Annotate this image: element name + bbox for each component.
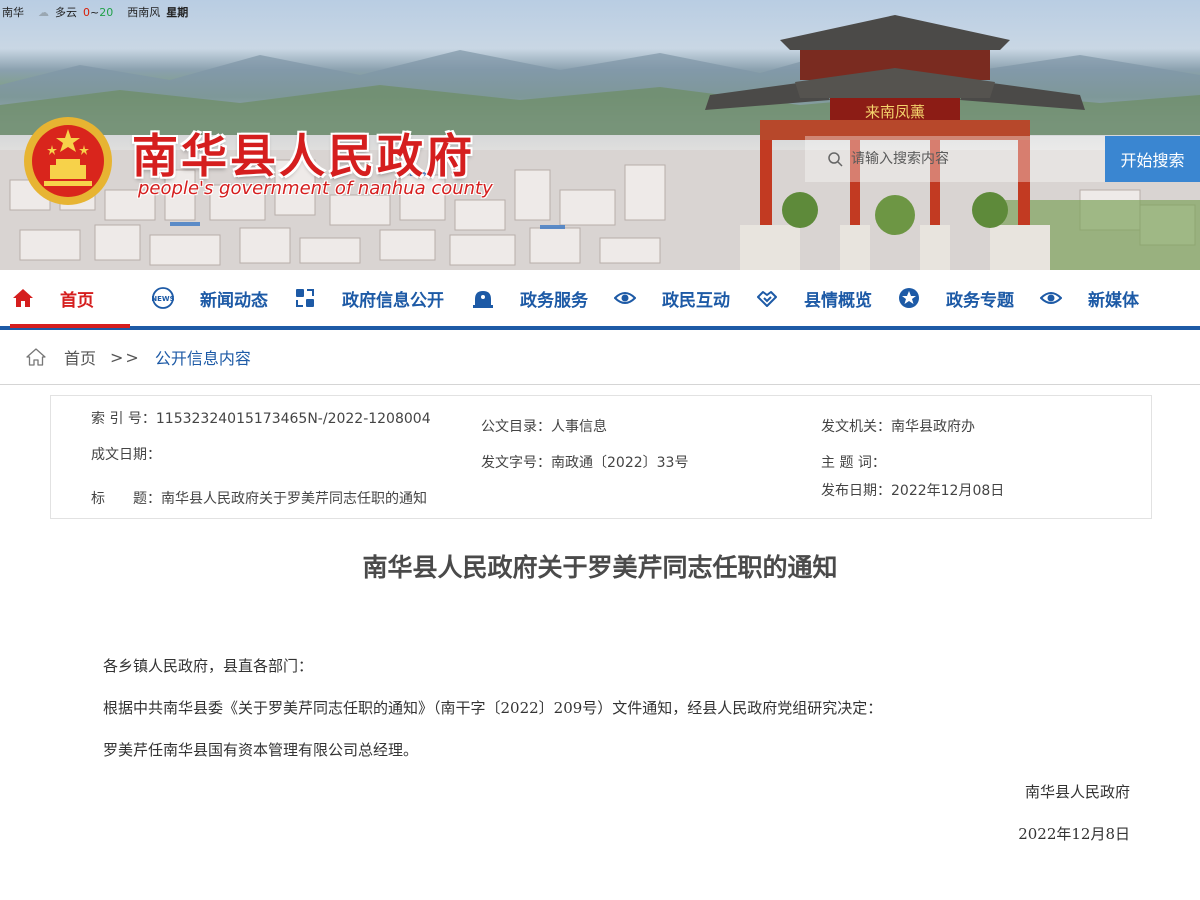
weather-city: 南华 <box>2 6 24 19</box>
eye-icon <box>1040 287 1062 309</box>
nav-label-topics: 政务专题 <box>946 290 1014 311</box>
breadcrumb-separator: >> <box>110 347 141 367</box>
site-title: 南华县人民政府 <box>132 129 475 183</box>
article-date: 2022年12月8日 <box>1018 825 1130 843</box>
meta-created-date: 成文日期： <box>91 447 161 463</box>
meta-catalog: 公文目录：人事信息 <box>481 419 607 435</box>
main-nav: 首页 NEWS 新闻动态 政府信息公开 政务服务 政民互动 县情概览 政务专题 <box>0 270 1200 330</box>
nav-item-gov-info[interactable]: 政府信息公开 <box>294 270 444 326</box>
temp-high: 20 <box>99 5 114 19</box>
article-title: 南华县人民政府关于罗美芹同志任职的通知 <box>362 553 838 582</box>
nav-item-county-overview[interactable]: 县情概览 <box>756 270 872 326</box>
nav-label-county-overview: 县情概览 <box>804 290 872 311</box>
breadcrumb-home-link[interactable]: 首页 <box>64 345 96 369</box>
nav-label-news: 新闻动态 <box>200 290 268 311</box>
meta-title: 标 题：南华县人民政府关于罗美芹同志任职的通知 <box>91 491 427 507</box>
nav-item-topics[interactable]: 政务专题 <box>898 270 1014 326</box>
search-box <box>805 136 1105 182</box>
cloud-icon: ☁ <box>38 5 49 19</box>
article-signature: 南华县人民政府 <box>1024 783 1130 801</box>
article-paragraph: 罗美芹任南华县国有资本管理有限公司总经理。 <box>103 741 419 759</box>
temp-low: 0 <box>83 5 90 19</box>
nav-label-interaction: 政民互动 <box>662 290 730 311</box>
nav-item-new-media[interactable]: 新媒体 <box>1040 270 1139 326</box>
nav-label-service: 政务服务 <box>520 290 588 311</box>
nav-label-new-media: 新媒体 <box>1088 290 1139 311</box>
weather-weekday: 星期 <box>166 6 189 19</box>
document-meta-box: 索 引 号：11532324015173465N-/2022-1208004 公… <box>50 395 1152 519</box>
site-subtitle: people's government of nanhua county <box>138 178 493 199</box>
nav-item-news[interactable]: NEWS 新闻动态 <box>152 270 268 326</box>
share-icon <box>294 287 316 309</box>
service-icon <box>472 287 494 309</box>
search-input[interactable] <box>851 151 1101 167</box>
nav-item-service[interactable]: 政务服务 <box>472 270 588 326</box>
search-icon <box>828 152 843 167</box>
meta-keywords: 主 题 词： <box>821 455 886 471</box>
home-icon <box>12 287 34 309</box>
home-outline-icon <box>26 348 46 366</box>
nav-item-home[interactable]: 首页 <box>12 270 94 326</box>
meta-publish-date: 发布日期：2022年12月08日 <box>821 483 1005 499</box>
meta-issuer: 发文机关：南华县政府办 <box>821 419 975 435</box>
eye-icon <box>614 287 636 309</box>
nav-label-gov-info: 政府信息公开 <box>342 290 444 311</box>
star-icon <box>898 287 920 309</box>
nav-item-interaction[interactable]: 政民互动 <box>614 270 730 326</box>
svg-text:NEWS: NEWS <box>152 295 174 303</box>
breadcrumb: 首页 >> 公开信息内容 <box>0 330 1200 385</box>
gate-plaque-text: 来南凤薰 <box>865 103 925 121</box>
meta-index-no: 索 引 号：11532324015173465N-/2022-1208004 <box>91 411 431 427</box>
weather-temp: 0~20 <box>83 6 113 19</box>
article-paragraph: 各乡镇人民政府，县直各部门： <box>103 657 314 675</box>
weather-bar: 南华 ☁ 多云 0~20 西南风 星期 <box>0 4 188 20</box>
nav-active-indicator <box>10 324 130 328</box>
news-icon: NEWS <box>152 287 174 309</box>
breadcrumb-current[interactable]: 公开信息内容 <box>155 345 251 369</box>
meta-doc-no: 发文字号：南政通〔2022〕33号 <box>481 455 689 471</box>
weather-condition: 多云 <box>55 6 77 19</box>
handshake-icon <box>756 287 778 309</box>
weather-wind: 西南风 <box>127 6 161 19</box>
national-emblem-icon <box>24 117 112 205</box>
search-button[interactable]: 开始搜索 <box>1105 136 1200 182</box>
article-paragraph: 根据中共南华县委《关于罗美芹同志任职的通知》（南干字〔2022〕209号）文件通… <box>103 699 883 717</box>
temp-sep: ~ <box>90 5 100 19</box>
header-banner: 南华 ☁ 多云 0~20 西南风 星期 南华县人民政府 people's gov… <box>0 0 1200 270</box>
nav-label-home: 首页 <box>60 290 94 311</box>
